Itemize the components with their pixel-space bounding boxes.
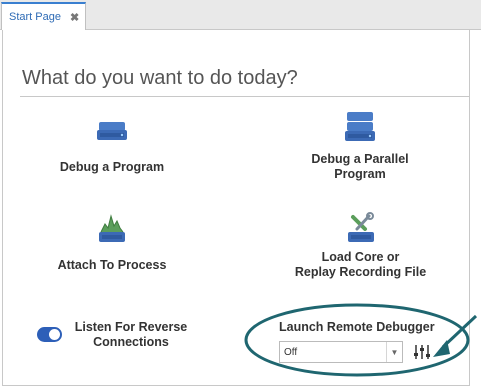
action-label-line-2: Replay Recording File [294, 265, 427, 279]
tab-label: Start Page [9, 11, 61, 23]
close-icon[interactable]: ✖ [70, 11, 79, 24]
listen-toggle[interactable] [37, 327, 62, 342]
action-label: Debug a Program [59, 160, 165, 174]
listen-reverse-connections: Listen For Reverse Connections [37, 320, 191, 350]
stacked-servers-icon [345, 112, 375, 141]
debug-program-button[interactable]: Debug a Program [52, 118, 172, 175]
select-value: Off [284, 346, 298, 358]
action-label: Attach To Process [57, 258, 167, 272]
attach-to-process-button[interactable]: Attach To Process [47, 212, 177, 273]
remote-debugger-title: Launch Remote Debugger [279, 320, 435, 334]
core-file-tools-icon [347, 212, 374, 242]
chevron-down-icon[interactable]: ▼ [386, 342, 402, 362]
debug-parallel-program-button[interactable]: Debug a Parallel Program [290, 110, 430, 182]
process-attach-icon [99, 214, 125, 242]
action-label-line-2: Program [334, 167, 386, 181]
action-label-line-1: Load Core or [321, 250, 400, 264]
tab-start-page[interactable]: Start Page ✖ [1, 2, 86, 30]
tab-bar: Start Page ✖ [0, 0, 481, 30]
toggle-knob [49, 329, 60, 340]
page-title: What do you want to do today? [22, 67, 298, 89]
listen-label-line-1: Listen For Reverse [74, 320, 188, 334]
remote-debugger-select[interactable]: Off ▼ [279, 341, 403, 363]
server-icon [97, 122, 127, 140]
sliders-icon[interactable] [413, 343, 431, 361]
listen-label-line-2: Connections [93, 335, 169, 349]
load-core-button[interactable]: Load Core or Replay Recording File [283, 212, 438, 280]
action-label-line-1: Debug a Parallel [311, 152, 409, 166]
divider [20, 96, 469, 97]
listen-label: Listen For Reverse Connections [71, 320, 191, 350]
